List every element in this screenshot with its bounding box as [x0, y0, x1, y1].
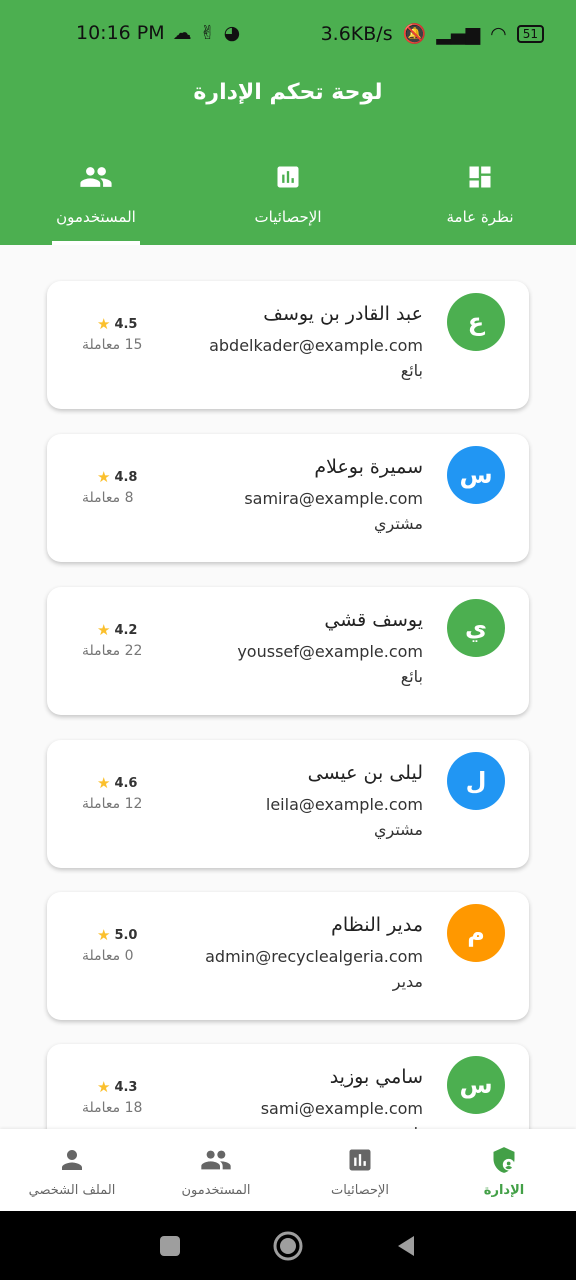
people-icon	[200, 1145, 232, 1175]
recents-icon[interactable]	[158, 1234, 182, 1258]
status-bar: 10:16 PM ☁ ✌ ◕ 3.6KB/s 🔕 ▂▄▆ ◠ 51	[0, 0, 576, 70]
home-icon[interactable]	[272, 1230, 304, 1262]
rating-value: 4.2	[114, 622, 138, 638]
nav-label: المستخدمون	[181, 1183, 251, 1198]
user-rating: ★ 5.0	[97, 926, 137, 944]
bottom-nav: الإدارة الإحصائيات المستخدمون الملف الشخ…	[0, 1129, 576, 1211]
user-name: سامي بوزيد	[329, 1066, 423, 1088]
nav-profile[interactable]: الملف الشخصي	[0, 1129, 144, 1211]
user-name: يوسف قشي	[324, 609, 423, 631]
transaction-count: 8 معاملة	[82, 490, 134, 506]
user-name: ليلى بن عيسى	[307, 762, 423, 784]
transaction-count: 18 معاملة	[82, 1100, 143, 1116]
tab-statistics[interactable]: الإحصائيات	[192, 150, 384, 245]
nav-label: الإحصائيات	[330, 1183, 390, 1198]
cloud-icon: ☁	[172, 22, 192, 44]
user-rating: ★ 4.2	[97, 621, 137, 639]
user-name: سميرة بوعلام	[314, 456, 423, 478]
avatar: س	[447, 446, 505, 504]
user-card[interactable]: م مدير النظام admin@recyclealgeria.com م…	[47, 892, 529, 1020]
person-icon	[57, 1145, 87, 1175]
user-rating: ★ 4.5	[97, 315, 137, 333]
user-role: بائع	[400, 361, 423, 380]
avatar: ل	[447, 752, 505, 810]
system-nav-bar	[0, 1211, 576, 1280]
app-notification-icon: ◕	[223, 22, 241, 44]
stats-icon	[346, 1145, 374, 1175]
notification-icon: ✌	[199, 22, 216, 44]
tab-bar: نظرة عامة الإحصائيات المستخدمون	[0, 150, 576, 245]
star-icon: ★	[97, 926, 111, 944]
user-card[interactable]: ي يوسف قشي youssef@example.com بائع ★ 4.2…	[47, 587, 529, 715]
user-rating: ★ 4.6	[97, 774, 137, 792]
back-icon[interactable]	[394, 1234, 418, 1258]
transaction-count: 22 معاملة	[82, 643, 143, 659]
user-role: مدير	[392, 972, 423, 991]
network-speed: 3.6KB/s	[320, 22, 393, 45]
user-name: مدير النظام	[331, 914, 423, 936]
nav-statistics[interactable]: الإحصائيات	[288, 1129, 432, 1211]
avatar: م	[447, 904, 505, 962]
user-rating: ★ 4.3	[97, 1078, 137, 1096]
user-email: samira@example.com	[244, 489, 423, 508]
mute-icon: 🔕	[402, 23, 427, 45]
signal-icon: ▂▄▆	[436, 22, 481, 45]
star-icon: ★	[97, 621, 111, 639]
status-time: 10:16 PM	[76, 22, 165, 44]
nav-label: الإدارة	[483, 1183, 525, 1198]
user-list[interactable]: ع عبد القادر بن يوسف abdelkader@example.…	[0, 245, 576, 1129]
user-email: abdelkader@example.com	[209, 336, 423, 355]
user-role: مشتري	[373, 514, 423, 533]
user-email: leila@example.com	[265, 795, 423, 814]
avatar: س	[447, 1056, 505, 1114]
user-role: مشتري	[373, 820, 423, 839]
rating-value: 5.0	[114, 927, 138, 943]
star-icon: ★	[97, 774, 111, 792]
battery-icon: 51	[516, 24, 544, 43]
star-icon: ★	[97, 1078, 111, 1096]
transaction-count: 12 معاملة	[82, 796, 143, 812]
tab-overview[interactable]: نظرة عامة	[384, 150, 576, 245]
nav-label: الملف الشخصي	[28, 1183, 116, 1198]
tab-label: نظرة عامة	[446, 208, 514, 226]
user-card[interactable]: ع عبد القادر بن يوسف abdelkader@example.…	[47, 281, 529, 409]
nav-admin[interactable]: الإدارة	[432, 1129, 576, 1211]
dashboard-icon	[466, 158, 494, 196]
user-card[interactable]: س سامي بوزيد sami@example.com بائع ★4.3 …	[47, 1044, 529, 1129]
star-icon: ★	[97, 468, 111, 486]
page-title: لوحة تحكم الإدارة	[193, 80, 383, 105]
star-icon: ★	[97, 315, 111, 333]
people-icon	[79, 158, 113, 196]
user-role: بائع	[400, 667, 423, 686]
user-card[interactable]: ل ليلى بن عيسى leila@example.com مشتري ★…	[47, 740, 529, 868]
user-email: youssef@example.com	[237, 642, 423, 661]
avatar: ي	[447, 599, 505, 657]
rating-value: 4.6	[114, 775, 138, 791]
rating-value: 4.8	[114, 469, 138, 485]
user-email: sami@example.com	[260, 1099, 423, 1118]
rating-value: 4.5	[114, 316, 138, 332]
tab-label: المستخدمون	[56, 208, 136, 226]
transaction-count: 15 معاملة	[82, 337, 143, 353]
rating-value: 4.3	[114, 1079, 138, 1095]
avatar: ع	[447, 293, 505, 351]
wifi-icon: ◠	[490, 22, 507, 45]
tab-label: الإحصائيات	[254, 208, 322, 226]
admin-shield-icon	[490, 1145, 518, 1175]
user-card[interactable]: س سميرة بوعلام samira@example.com مشتري …	[47, 434, 529, 562]
nav-users[interactable]: المستخدمون	[144, 1129, 288, 1211]
tab-users[interactable]: المستخدمون	[0, 150, 192, 245]
user-rating: ★ 4.8	[97, 468, 137, 486]
app-header: 10:16 PM ☁ ✌ ◕ 3.6KB/s 🔕 ▂▄▆ ◠ 51 لوحة ت…	[0, 0, 576, 245]
user-email: admin@recyclealgeria.com	[205, 947, 423, 966]
user-name: عبد القادر بن يوسف	[263, 303, 423, 325]
stats-icon	[274, 158, 302, 196]
transaction-count: 0 معاملة	[82, 948, 134, 964]
